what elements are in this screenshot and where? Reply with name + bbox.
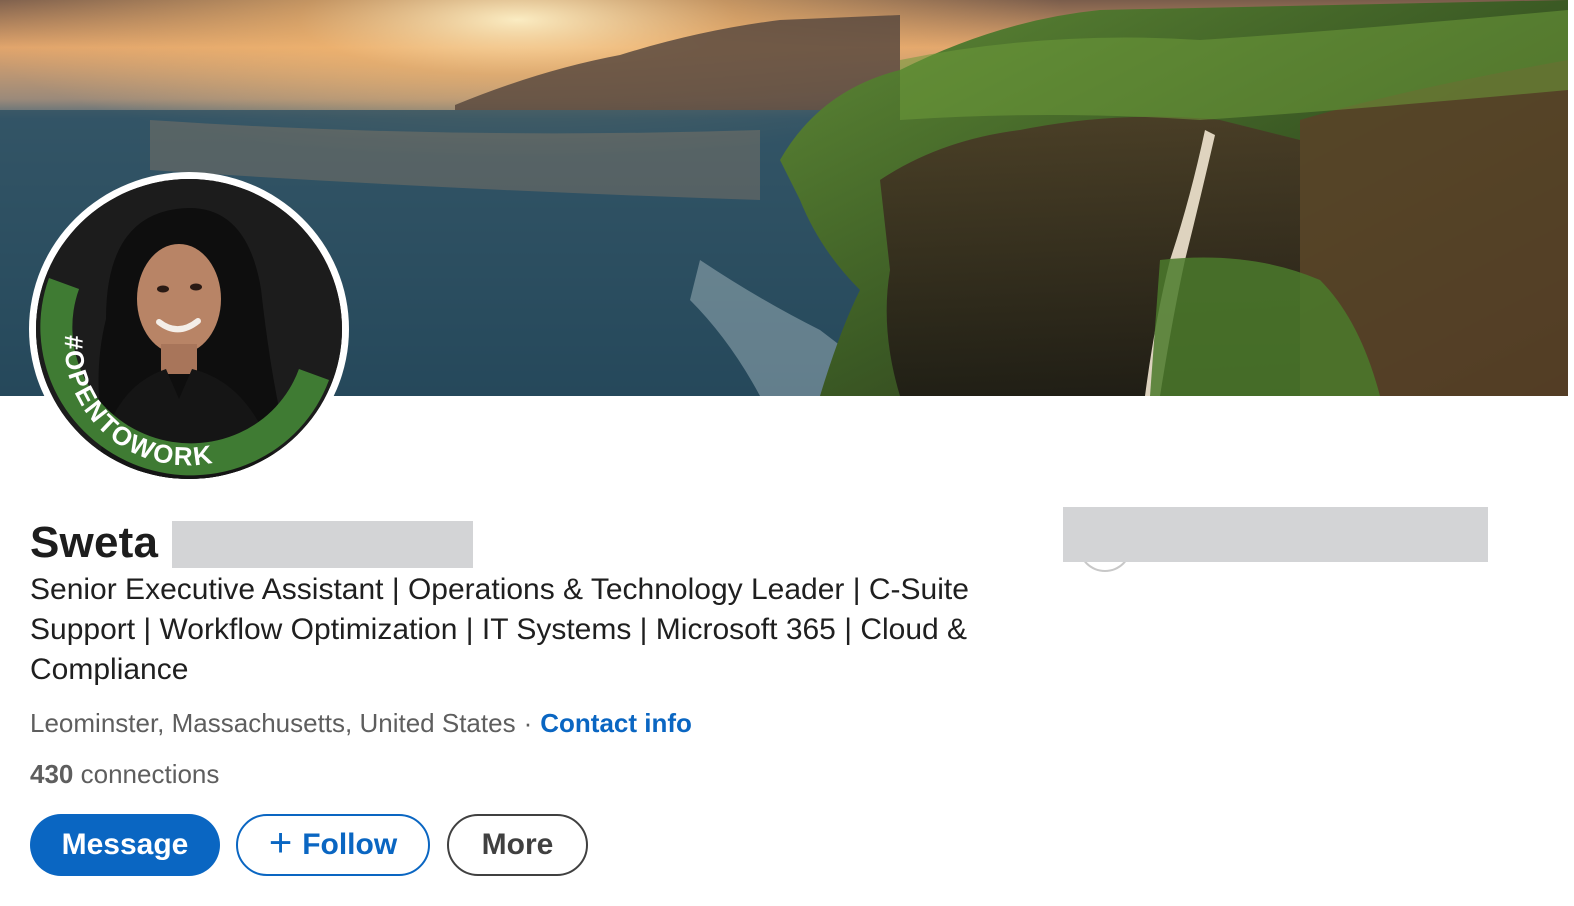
profile-photo[interactable]: #OPENTOWORK bbox=[36, 179, 342, 479]
more-button-label: More bbox=[481, 828, 554, 861]
location-row: Leominster, Massachusetts, United States… bbox=[30, 705, 692, 741]
location-separator: · bbox=[523, 708, 533, 738]
follow-button[interactable]: + Follow bbox=[236, 814, 430, 876]
message-button[interactable]: Message bbox=[30, 814, 220, 876]
follow-button-label: Follow bbox=[302, 828, 398, 861]
connections-label: connections bbox=[80, 759, 220, 789]
profile-name: Sweta bbox=[30, 518, 159, 567]
connections-number: 430 bbox=[30, 759, 74, 789]
connections-count[interactable]: 430 connections bbox=[30, 756, 219, 792]
plus-icon: + bbox=[268, 821, 293, 865]
message-button-label: Message bbox=[61, 828, 189, 861]
profile-location: Leominster, Massachusetts, United States bbox=[30, 708, 516, 738]
redacted-education bbox=[1063, 507, 1488, 562]
more-button[interactable]: More bbox=[447, 814, 588, 876]
profile-page: #OPENTOWORK Sweta Senior Executive Assis… bbox=[0, 0, 1574, 906]
contact-info-link[interactable]: Contact info bbox=[540, 708, 692, 738]
redacted-last-name bbox=[172, 521, 473, 568]
avatar-portrait: #OPENTOWORK bbox=[36, 179, 342, 479]
name-row: Sweta bbox=[30, 514, 158, 572]
profile-headline: Senior Executive Assistant | Operations … bbox=[30, 573, 969, 686]
